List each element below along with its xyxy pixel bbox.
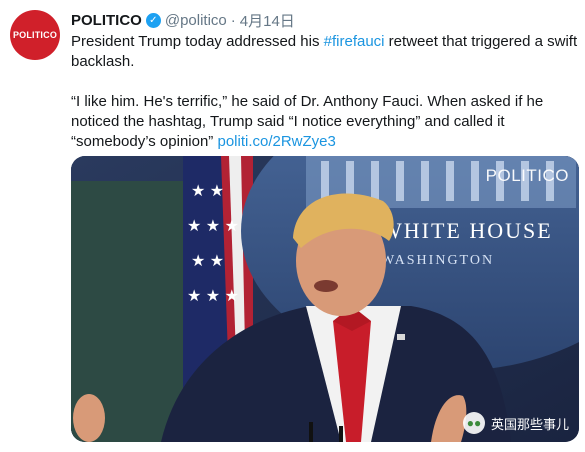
- svg-text:★ ★: ★ ★: [191, 253, 224, 270]
- tweet-paragraph-2: “I like him. He's terrific,” he said of …: [71, 92, 581, 152]
- verified-badge-icon: ✓: [145, 12, 161, 28]
- politico-watermark: POLITICO: [485, 166, 569, 185]
- wechat-watermark: ●● 英国那些事儿: [462, 412, 569, 434]
- media-scene: ★ ★ ★ ★ ★ ★ ★ ★ ★ ★ WHITE HOUSE WASHINGT…: [71, 156, 579, 442]
- backdrop-title: WHITE HOUSE: [381, 218, 553, 243]
- tweet-body: President Trump today addressed his #fir…: [71, 32, 581, 152]
- tweet-header: POLITICO ✓ @politico · 4月14日: [71, 10, 295, 30]
- meta-separator: ·: [230, 11, 236, 29]
- user-handle[interactable]: @politico: [165, 12, 227, 29]
- svg-text:★ ★: ★ ★: [191, 183, 224, 200]
- tweet-text-pre: President Trump today addressed his: [71, 33, 324, 50]
- tweet-media[interactable]: ★ ★ ★ ★ ★ ★ ★ ★ ★ ★ WHITE HOUSE WASHINGT…: [71, 156, 579, 442]
- hashtag-link[interactable]: #firefauci: [324, 33, 385, 50]
- politico-avatar[interactable]: POLITICO: [10, 10, 60, 60]
- avatar-text: POLITICO: [12, 30, 58, 40]
- wechat-watermark-text: 英国那些事儿: [490, 416, 569, 432]
- backdrop-subtitle: WASHINGTON: [381, 253, 494, 268]
- svg-text:★ ★ ★: ★ ★ ★: [187, 218, 239, 235]
- svg-text:★ ★ ★: ★ ★ ★: [187, 288, 239, 305]
- article-link[interactable]: politi.co/2RwZye3: [217, 133, 335, 150]
- wechat-icon: ●●: [462, 412, 485, 434]
- tweet-paragraph-1: President Trump today addressed his #fir…: [71, 32, 581, 72]
- tweet-date[interactable]: 4月14日: [240, 10, 295, 31]
- display-name[interactable]: POLITICO: [71, 12, 142, 29]
